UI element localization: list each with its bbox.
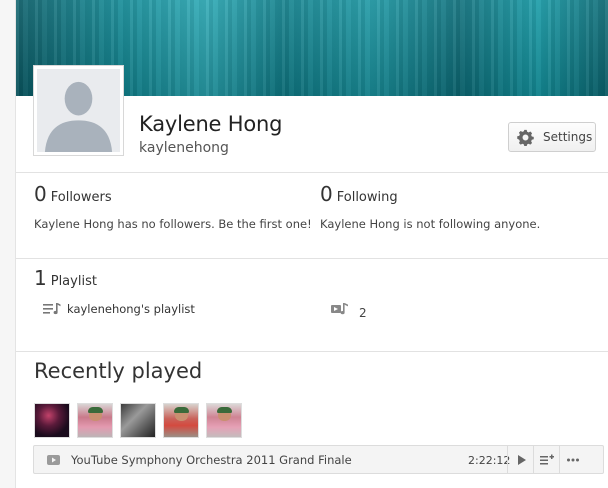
more-options-button[interactable] [559,446,585,473]
following-note: Kaylene Hong is not following anyone. [320,217,541,231]
add-to-queue-button[interactable] [533,446,559,473]
settings-button[interactable]: Settings [508,122,596,152]
playlist-icon [43,303,61,315]
followers-stat[interactable]: 0 Followers [34,182,112,206]
track-title: YouTube Symphony Orchestra 2011 Grand Fi… [71,453,352,467]
track-row[interactable]: YouTube Symphony Orchestra 2011 Grand Fi… [33,445,604,474]
default-avatar-icon [37,69,120,152]
section-title: Recently played [34,359,203,383]
recent-thumbnail[interactable] [163,403,199,438]
followers-note: Kaylene Hong has no followers. Be the fi… [34,217,312,231]
playlist-name: kaylenehong's playlist [67,302,195,316]
playlist-label: Playlist [50,274,97,289]
track-duration: 2:22:12 [468,454,511,467]
followers-label: Followers [50,190,112,205]
tracks-icon [331,303,348,315]
profile-username: kaylenehong [139,140,229,156]
playlist-count: 1 [34,266,47,290]
following-count: 0 [320,182,333,206]
following-stat[interactable]: 0 Following [320,182,398,206]
more-icon [566,458,579,461]
playlist-track-count: 2 [331,298,367,320]
following-label: Following [336,190,398,205]
profile-name: Kaylene Hong [139,112,283,136]
play-button[interactable] [507,446,533,473]
settings-label: Settings [543,130,593,144]
avatar[interactable] [33,65,124,156]
followers-count: 0 [34,182,47,206]
gear-icon [517,129,534,146]
divider [16,351,608,352]
recent-thumbnail[interactable] [206,403,242,438]
recent-thumbnail[interactable] [34,403,70,438]
video-icon [47,455,60,465]
profile-page: Kaylene Hong kaylenehong Settings 0 Follo… [15,0,608,488]
play-icon [517,454,526,465]
recent-thumbnail[interactable] [77,403,113,438]
recent-thumbnail[interactable] [120,403,156,438]
playlist-item[interactable]: kaylenehong's playlist [43,302,195,316]
divider [16,258,608,259]
divider [16,172,608,173]
playlist-stat[interactable]: 1 Playlist [34,266,97,290]
add-to-queue-icon [539,454,554,464]
recent-thumbnails [34,403,242,438]
track-count: 2 [359,306,367,320]
